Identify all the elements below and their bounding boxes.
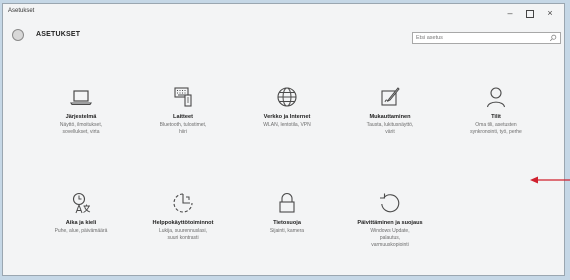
tile-desc: WLAN, lentotila, VPN	[263, 122, 311, 128]
tile-desc: värit	[385, 129, 395, 136]
tile-desc: sovellukset, virta	[62, 129, 100, 136]
tile-network[interactable]: Verkko ja Internet WLAN, lentotila, VPN	[239, 85, 335, 129]
tile-privacy[interactable]: Tietosuoja Sijainti, kamera	[239, 191, 335, 235]
ease-of-access-icon	[173, 193, 193, 213]
tile-system[interactable]: Järjestelmä Näyttö, ilmoitukset, sovellu…	[33, 85, 129, 136]
tile-devices[interactable]: Laitteet Bluetooth, tulostimet, hiiri	[135, 85, 231, 136]
minimize-button[interactable]: –	[500, 6, 520, 20]
update-icon	[380, 193, 400, 213]
tile-ease-of-access[interactable]: Helppokäyttötoiminnot Lukija, suurennusl…	[135, 191, 231, 242]
tile-label: Aika ja kieli	[65, 220, 97, 226]
tile-label: Helppokäyttötoiminnot	[152, 220, 214, 226]
tile-desc: Sijainti, kamera	[269, 228, 305, 234]
tile-label: Tilit	[491, 114, 501, 120]
tile-label: Tietosuoja	[273, 220, 301, 226]
tile-label: Järjestelmä	[65, 114, 97, 120]
tile-desc: Tausta, lukitusnäyttö,	[366, 122, 414, 128]
tile-desc: hiiri	[179, 129, 187, 136]
tile-desc: synkronointi, työ, perhe	[470, 129, 522, 136]
settings-header: ASETUKSET	[3, 26, 564, 50]
window-title: Asetukset	[8, 8, 35, 14]
tile-desc: Lukija, suurennuslasi,	[158, 228, 208, 234]
tile-label: Laitteet	[173, 114, 193, 120]
tile-desc: Oma tili, asetusten	[475, 122, 517, 128]
tile-accounts[interactable]: Tilit Oma tili, asetusten synkronointi, …	[448, 85, 544, 136]
tile-update-security[interactable]: Päivittäminen ja suojaus Windows Update,…	[342, 191, 438, 250]
search-icon	[549, 34, 557, 42]
tile-label: Verkko ja Internet	[263, 114, 311, 120]
lock-icon	[279, 193, 295, 213]
tile-desc: Bluetooth, tulostimet,	[159, 122, 207, 128]
search-box[interactable]	[412, 32, 561, 44]
paint-brush-icon	[381, 87, 400, 106]
person-icon	[486, 87, 506, 108]
page-title: ASETUKSET	[36, 31, 81, 38]
tile-desc: palautus,	[379, 235, 401, 242]
settings-window: Asetukset – × ASETUKSET Järjestelmä Näyt…	[2, 3, 565, 276]
close-button[interactable]: ×	[540, 6, 560, 20]
maximize-icon	[526, 9, 534, 18]
maximize-button[interactable]	[520, 6, 540, 20]
keyboard-devices-icon	[174, 87, 192, 107]
tile-desc: Windows Update,	[370, 228, 410, 234]
tile-desc: Näyttö, ilmoitukset,	[59, 122, 103, 128]
red-arrow-icon	[530, 176, 570, 184]
back-button[interactable]	[12, 29, 24, 41]
tile-desc: Puhe, alue, päivämäärä	[54, 228, 108, 234]
globe-icon	[277, 87, 297, 107]
tile-desc: varmuuskopiointi	[371, 242, 409, 249]
tile-desc: suuri kontrasti	[167, 235, 199, 242]
tile-label: Mukauttaminen	[369, 114, 411, 120]
clock-language-icon	[72, 192, 91, 214]
laptop-icon	[69, 90, 93, 106]
search-input[interactable]	[416, 33, 536, 43]
tile-time-language[interactable]: Aika ja kieli Puhe, alue, päivämäärä	[33, 191, 129, 235]
tile-label: Päivittäminen ja suojaus	[357, 220, 423, 226]
title-bar[interactable]: Asetukset – ×	[3, 4, 564, 22]
tile-personalization[interactable]: Mukauttaminen Tausta, lukitusnäyttö, vär…	[342, 85, 438, 136]
